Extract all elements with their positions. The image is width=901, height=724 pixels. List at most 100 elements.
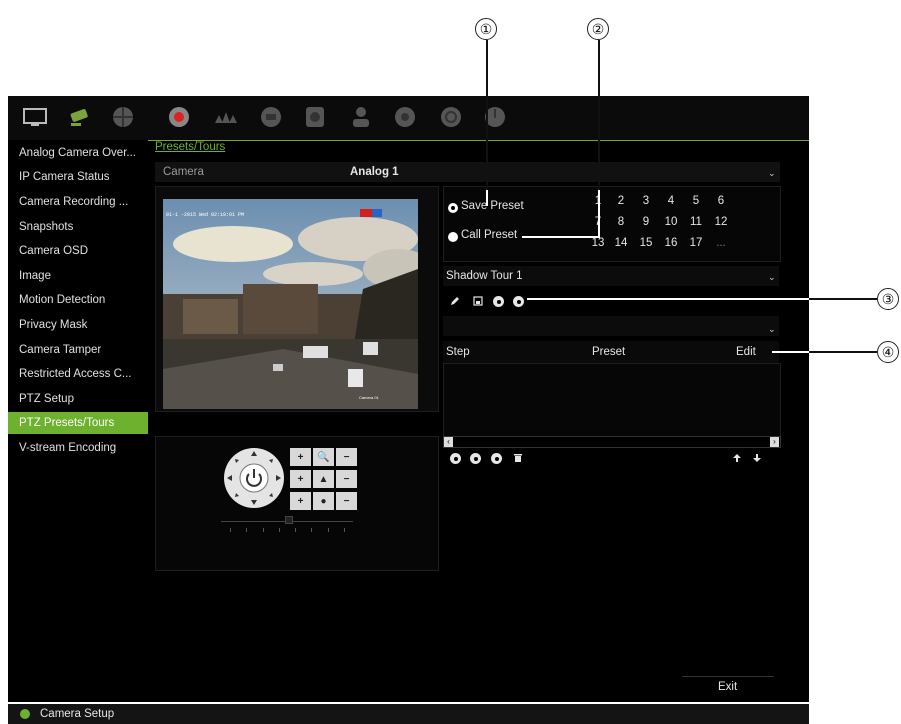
callout-2-line-lower [598, 190, 600, 237]
sidebar: Analog Camera Over... IP Camera Status C… [8, 140, 148, 702]
preset-4[interactable]: 4 [659, 195, 683, 207]
scroll-right-arrow-icon[interactable]: › [770, 437, 779, 447]
sidebar-item-ptz-presets-tours[interactable]: PTZ Presets/Tours [8, 412, 148, 434]
preset-9[interactable]: 9 [634, 216, 658, 228]
video-timestamp: 01-1 -2015 Wed 02:10:01 PM [166, 212, 245, 218]
sidebar-item-v-stream-encoding[interactable]: V-stream Encoding [8, 437, 148, 459]
call-preset-label[interactable]: Call Preset [461, 229, 517, 241]
ptz-direction-pad[interactable] [222, 446, 286, 510]
column-preset: Preset [592, 346, 626, 358]
sidebar-item-camera-tamper[interactable]: Camera Tamper [8, 339, 148, 361]
network-icon[interactable] [108, 102, 138, 132]
call-preset-radio[interactable] [448, 232, 458, 242]
stop-shadow-tour-button[interactable] [513, 296, 524, 307]
sidebar-item-analog-camera-overview[interactable]: Analog Camera Over... [8, 142, 148, 164]
preset-2[interactable]: 2 [609, 195, 633, 207]
status-label: Camera Setup [40, 708, 115, 720]
save-icon[interactable] [472, 295, 484, 307]
preset-3[interactable]: 3 [634, 195, 658, 207]
record-icon[interactable] [164, 102, 194, 132]
save-preset-radio[interactable] [448, 203, 458, 213]
focus-near-button[interactable]: + [290, 470, 311, 488]
column-step: Step [446, 346, 470, 358]
ptz-speed-ticks [230, 528, 345, 532]
callout-3-line-outer [809, 298, 877, 300]
stop-tour-button[interactable] [491, 453, 502, 464]
camera-icon[interactable] [66, 102, 96, 132]
play-tour-button[interactable] [470, 453, 481, 464]
callout-1-line-lower [486, 190, 488, 206]
sidebar-item-privacy-mask[interactable]: Privacy Mask [8, 314, 148, 336]
exit-divider [682, 676, 774, 677]
preset-8[interactable]: 8 [609, 216, 633, 228]
save-preset-label[interactable]: Save Preset [461, 200, 524, 212]
scroll-left-arrow-icon[interactable]: ‹ [444, 437, 453, 447]
device-icon[interactable] [300, 102, 330, 132]
sidebar-item-camera-recording[interactable]: Camera Recording ... [8, 191, 148, 213]
callout-4: ④ [877, 341, 899, 363]
iris-open-button[interactable]: + [290, 492, 311, 510]
preset-17[interactable]: 17 [684, 237, 708, 249]
sidebar-item-ip-camera-status[interactable]: IP Camera Status [8, 166, 148, 188]
preset-5[interactable]: 5 [684, 195, 708, 207]
ptz-speed-slider-handle[interactable] [285, 516, 293, 524]
sidebar-item-restricted-access[interactable]: Restricted Access C... [8, 363, 148, 385]
callout-2-line-horizontal [522, 236, 600, 238]
preset-6[interactable]: 6 [709, 195, 733, 207]
delete-trash-icon[interactable] [512, 452, 524, 464]
sidebar-item-snapshots[interactable]: Snapshots [8, 216, 148, 238]
callout-3: ③ [877, 288, 899, 310]
preset-12[interactable]: 12 [709, 216, 733, 228]
callout-2: ② [587, 18, 609, 40]
sidebar-item-ptz-setup[interactable]: PTZ Setup [8, 388, 148, 410]
storage-icon[interactable] [256, 102, 286, 132]
callout-4-line-outer [809, 351, 877, 353]
tour-chevron-down-icon[interactable]: ⌄ [768, 324, 776, 335]
preset-10[interactable]: 10 [659, 216, 683, 228]
live-video-image [163, 199, 418, 409]
zoom-out-button[interactable]: − [336, 448, 357, 466]
power-icon[interactable] [480, 102, 510, 132]
iris-icon: ● [313, 492, 334, 510]
sidebar-item-motion-detection[interactable]: Motion Detection [8, 289, 148, 311]
user-icon[interactable] [346, 102, 376, 132]
callout-2-line [598, 40, 600, 190]
iris-close-button[interactable]: − [336, 492, 357, 510]
edit-pencil-icon[interactable] [449, 295, 461, 307]
alarm-icon[interactable] [210, 102, 240, 132]
preset-16[interactable]: 16 [659, 237, 683, 249]
column-edit: Edit [736, 346, 756, 358]
callout-3-line [527, 298, 809, 300]
tour-table-scrollbar[interactable]: ‹ › [443, 436, 781, 448]
move-down-arrow-icon[interactable] [751, 452, 763, 464]
camera-select[interactable]: Analog 1 [350, 166, 399, 178]
callout-1: ① [475, 18, 497, 40]
preset-11[interactable]: 11 [684, 216, 708, 228]
video-camera-name: Camera 01 [359, 395, 379, 400]
preset-15[interactable]: 15 [634, 237, 658, 249]
start-shadow-tour-button[interactable] [493, 296, 504, 307]
search-icon[interactable] [436, 102, 466, 132]
add-tour-point-button[interactable] [450, 453, 461, 464]
callout-4-line [772, 351, 809, 353]
preset-13[interactable]: 13 [586, 237, 610, 249]
preset-14[interactable]: 14 [609, 237, 633, 249]
zoom-in-button[interactable]: + [290, 448, 311, 466]
camera-label: Camera [163, 166, 204, 178]
tour-table-body [443, 363, 781, 437]
settings-icon[interactable] [390, 102, 420, 132]
sidebar-item-camera-osd[interactable]: Camera OSD [8, 240, 148, 262]
preset-more[interactable]: ... [709, 237, 733, 249]
focus-far-button[interactable]: − [336, 470, 357, 488]
display-icon[interactable] [20, 102, 50, 132]
move-up-arrow-icon[interactable] [731, 452, 743, 464]
camera-chevron-down-icon[interactable]: ⌄ [768, 168, 776, 179]
tour-row [443, 316, 779, 336]
camera-row [155, 162, 780, 182]
video-preview: 01-1 -2015 Wed 02:10:01 PM Camera 01 [163, 199, 418, 409]
shadow-tour-chevron-down-icon[interactable]: ⌄ [768, 272, 776, 283]
shadow-tour-select[interactable]: Shadow Tour 1 [446, 270, 523, 282]
tab-presets-tours[interactable]: Presets/Tours [155, 141, 225, 153]
exit-button[interactable]: Exit [718, 681, 737, 693]
sidebar-item-image[interactable]: Image [8, 265, 148, 287]
